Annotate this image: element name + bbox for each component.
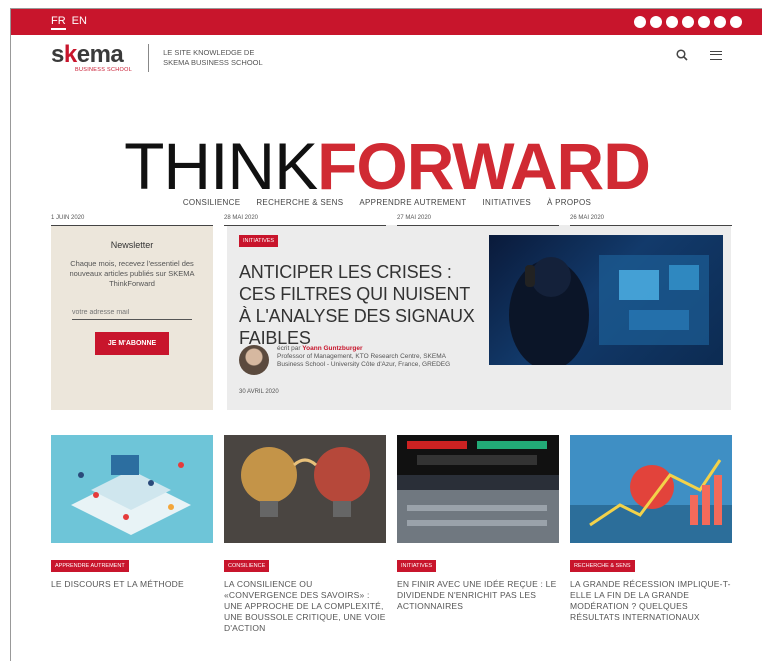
newsletter-box: Newsletter Chaque mois, recevez l'essent… <box>51 225 213 410</box>
card-title[interactable]: LA CONSILIENCE OU «CONVERGENCE DES SAVOI… <box>224 579 386 645</box>
card-image[interactable] <box>570 435 732 543</box>
author-name[interactable]: Yoann Guntzburger <box>302 345 362 352</box>
language-switcher: FR EN <box>51 15 87 30</box>
card-date: 26 MAI 2020 <box>570 215 605 221</box>
card-date: 1 JUIN 2020 <box>51 215 85 221</box>
browser-frame: FR EN skema BUSINESS SCHOOL LE SITE KNOW… <box>10 8 762 661</box>
social-links <box>634 16 742 28</box>
skema-logo[interactable]: skema BUSINESS SCHOOL <box>51 42 132 73</box>
card-category-tag[interactable]: CONSILIENCE <box>224 560 270 572</box>
subscribe-button[interactable]: JE M'ABONNE <box>94 332 170 355</box>
card-divider <box>397 225 559 226</box>
site-tagline: LE SITE KNOWLEDGE DE SKEMA BUSINESS SCHO… <box>163 48 263 67</box>
nav-item-a-propos[interactable]: À PROPOS <box>547 198 591 207</box>
avatar <box>239 345 269 375</box>
twitter-icon[interactable] <box>650 16 662 28</box>
featured-image[interactable] <box>489 235 723 365</box>
lang-en-link[interactable]: EN <box>72 15 87 30</box>
card-date: 27 MAI 2020 <box>397 215 432 221</box>
newsletter-title: Newsletter <box>110 240 154 250</box>
header-divider <box>148 44 150 72</box>
card-category-tag[interactable]: APPRENDRE AUTREMENT <box>51 560 129 572</box>
top-bar: FR EN <box>11 9 762 35</box>
card-divider <box>51 225 213 226</box>
card-title[interactable]: LE DISCOURS ET LA MÉTHODE <box>51 579 213 645</box>
card-title[interactable]: EN FINIR AVEC UNE IDÉE REÇUE : LE DIVIDE… <box>397 579 559 645</box>
search-icon[interactable] <box>676 49 688 61</box>
featured-article[interactable]: INITIATIVES ANTICIPER LES CRISES : CES F… <box>227 225 731 410</box>
podcast-icon[interactable] <box>714 16 726 28</box>
nav-item-recherche[interactable]: RECHERCHE & SENS <box>256 198 343 207</box>
card-title[interactable]: LA GRANDE RÉCESSION IMPLIQUE-T-ELLE LA F… <box>570 579 732 645</box>
card-divider <box>224 225 386 226</box>
instagram-icon[interactable] <box>666 16 678 28</box>
facebook-icon[interactable] <box>634 16 646 28</box>
card-image[interactable] <box>224 435 386 543</box>
card-category-tag[interactable]: RECHERCHE & SENS <box>570 560 635 572</box>
youtube-icon[interactable] <box>698 16 710 28</box>
main-nav: CONSILIENCE RECHERCHE & SENS APPRENDRE A… <box>11 198 762 207</box>
card-category-tag[interactable]: INITIATIVES <box>397 560 437 572</box>
card-date: 28 MAI 2020 <box>224 215 259 221</box>
menu-icon[interactable] <box>710 50 722 60</box>
nav-item-consilience[interactable]: CONSILIENCE <box>183 198 241 207</box>
site-brand-title[interactable]: THINKFORWARD <box>11 133 762 199</box>
featured-category-tag[interactable]: INITIATIVES <box>239 235 279 247</box>
article-card[interactable]: INITIATIVES EN FINIR AVEC UNE IDÉE REÇUE… <box>397 435 559 645</box>
card-divider <box>570 225 732 226</box>
article-card[interactable]: CONSILIENCE LA CONSILIENCE OU «CONVERGEN… <box>224 435 386 645</box>
lang-fr-link[interactable]: FR <box>51 15 66 30</box>
nav-item-initiatives[interactable]: INITIATIVES <box>482 198 531 207</box>
card-image[interactable] <box>397 435 559 543</box>
author-bio: Professor of Management, KTO Research Ce… <box>277 353 451 368</box>
email-field[interactable] <box>72 307 192 320</box>
linkedin-icon[interactable] <box>682 16 694 28</box>
newsletter-text: Chaque mois, recevez l'essentiel des nou… <box>69 259 195 288</box>
site-header: skema BUSINESS SCHOOL LE SITE KNOWLEDGE … <box>11 35 762 81</box>
author-block: écrit par Yoann Guntzburger Professor of… <box>239 345 457 375</box>
article-card[interactable]: APPRENDRE AUTREMENT LE DISCOURS ET LA MÉ… <box>51 435 213 645</box>
featured-title[interactable]: ANTICIPER LES CRISES : CES FILTRES QUI N… <box>239 261 479 349</box>
article-card[interactable]: RECHERCHE & SENS LA GRANDE RÉCESSION IMP… <box>570 435 732 645</box>
rss-icon[interactable] <box>730 16 742 28</box>
card-image[interactable] <box>51 435 213 543</box>
featured-date: 30 AVRIL 2020 <box>239 389 279 395</box>
nav-item-apprendre[interactable]: APPRENDRE AUTREMENT <box>359 198 466 207</box>
